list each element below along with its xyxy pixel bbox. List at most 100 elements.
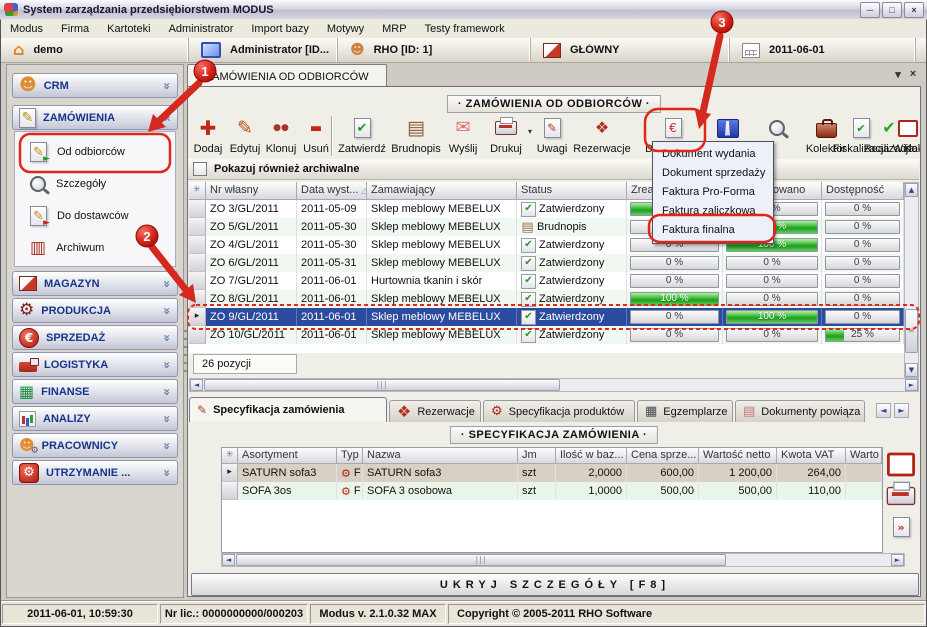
sidebar-item-od-odbiorcow[interactable]: ✎►Od odbiorców <box>21 136 176 168</box>
report-view-icon[interactable] <box>887 453 915 477</box>
scroll-left-icon[interactable]: ◄ <box>222 554 235 566</box>
menu-item-dokument-wydania[interactable]: Dokument wydania <box>653 145 773 164</box>
toolbar-button-zatwierd[interactable]: ✔Zatwierdź <box>335 114 389 158</box>
order-row-zo-10-gl-2011[interactable]: ZO 10/GL/20112011-06-01Sklep meblowy MEB… <box>189 326 904 344</box>
print-preview-icon[interactable] <box>887 487 916 505</box>
spec-row-saturn-sofa3[interactable]: ▸SATURN sofa3⚙FSATURN sofa3szt2,0000600,… <box>222 464 882 482</box>
close-button[interactable]: × <box>904 2 924 18</box>
menu-item-administrator[interactable]: Administrator <box>160 23 243 35</box>
menu-item-faktura-finalna[interactable]: Faktura finalna <box>653 221 773 240</box>
toolbar-button-brudnopis[interactable]: ▤Brudnopis <box>389 114 443 158</box>
column-header-row-selector[interactable]: ✳ <box>189 182 206 200</box>
sidebar-section-logistyka[interactable]: LOGISTYKA» <box>12 352 178 377</box>
column-header-nr-w-asny[interactable]: Nr własny <box>206 182 297 200</box>
panel-close-icon[interactable]: × <box>906 67 920 81</box>
sidebar-section-analizy[interactable]: ANALIZY» <box>12 406 178 431</box>
column-header-asortyment[interactable]: Asortyment <box>238 448 337 464</box>
order-row-zo-8-gl-2011[interactable]: ZO 8/GL/20112011-06-01Sklep meblowy MEBE… <box>189 290 904 308</box>
tabs-scroll-left-icon[interactable]: ◄ <box>876 403 891 418</box>
detail-tab-specyfikacja-zam-wienia[interactable]: ✎Specyfikacja zamówienia <box>189 397 387 422</box>
column-header-warto[interactable]: Warto <box>846 448 882 464</box>
toolbar-button-wy-lij[interactable]: ✉Wyślij <box>443 114 483 158</box>
menu-item-faktura-pro-forma[interactable]: Faktura Pro-Forma <box>653 183 773 202</box>
menu-item-motywy[interactable]: Motywy <box>318 23 373 35</box>
scroll-right-icon[interactable]: ► <box>891 554 904 566</box>
scrollbar-thumb[interactable]: ||| <box>236 554 726 566</box>
show-archived-checkbox[interactable] <box>193 162 207 176</box>
menu-item-kartoteki[interactable]: Kartoteki <box>98 23 159 35</box>
scroll-right-icon[interactable]: ► <box>905 379 918 391</box>
toolbar-button-edytuj[interactable]: ✎Edytuj <box>227 114 263 158</box>
toolbar-button-rezerwacje[interactable]: ❖Rezerwacje <box>570 114 634 158</box>
column-header-dost-pno[interactable]: Dostępność <box>822 182 904 200</box>
spec-horizontal-scrollbar[interactable]: ◄ ||| ► <box>221 553 905 567</box>
sidebar-section-pracownicy[interactable]: ☻⚙PRACOWNICY» <box>12 433 178 458</box>
spec-row-sofa-3os[interactable]: SOFA 3os⚙FSOFA 3 osobowaszt1,0000500,005… <box>222 482 882 500</box>
infobar-segment-company[interactable]: ⌂demo <box>1 38 189 62</box>
infobar-segment-warehouse[interactable]: GŁÓWNY <box>531 38 730 62</box>
scroll-down-icon[interactable]: ▼ <box>905 363 918 377</box>
order-row-zo-4-gl-2011[interactable]: ZO 4/GL/20112011-05-30Sklep meblowy MEBE… <box>189 236 904 254</box>
scroll-left-icon[interactable]: ◄ <box>190 379 203 391</box>
detail-tab-dokumenty-powi-za[interactable]: ▤Dokumenty powiąza <box>735 400 865 422</box>
maximize-button[interactable]: □ <box>882 2 902 18</box>
toolbar-button-klonuj[interactable]: ●●Klonuj <box>263 114 299 158</box>
detail-tab-egzemplarze[interactable]: ▦Egzemplarze <box>637 400 733 422</box>
order-row-zo-9-gl-2011[interactable]: ▸ZO 9/GL/20112011-06-01Sklep meblowy MEB… <box>189 308 904 326</box>
column-header-cena-sprze[interactable]: Cena sprze... <box>627 448 699 464</box>
scrollbar-thumb[interactable]: ||| <box>204 379 560 391</box>
orders-horizontal-scrollbar[interactable]: ◄ ||| ► <box>189 378 919 392</box>
column-header-nazwa[interactable]: Nazwa <box>363 448 518 464</box>
order-row-zo-3-gl-2011[interactable]: ZO 3/GL/20112011-05-09Sklep meblowy MEBE… <box>189 200 904 218</box>
toolbar-button-drukuj[interactable]: Drukuj <box>483 114 529 158</box>
menu-item-dokument-sprzeda-y[interactable]: Dokument sprzedaży <box>653 164 773 183</box>
sidebar-section-utrzymanie[interactable]: ⚙UTRZYMANIE ...» <box>12 460 178 485</box>
toolbar-button-dodaj[interactable]: ✚Dodaj <box>189 114 227 158</box>
print-dropdown-icon[interactable]: ▾ <box>528 128 532 136</box>
menu-item-mrp[interactable]: MRP <box>373 23 415 35</box>
sidebar-item-do-dostawcow[interactable]: ✎►Do dostawców <box>21 200 176 232</box>
menu-item-testy-framework[interactable]: Testy framework <box>416 23 514 35</box>
sidebar-section-crm[interactable]: ☻CRM» <box>12 73 178 98</box>
tabs-scroll-right-icon[interactable]: ► <box>894 403 909 418</box>
toolbar-button-uwagi[interactable]: ✎Uwagi <box>534 114 570 158</box>
menu-item-firma[interactable]: Firma <box>52 23 98 35</box>
infobar-segment-user[interactable]: Administrator [ID... <box>189 38 338 62</box>
column-header-row-selector[interactable]: ✳ <box>222 448 238 464</box>
panel-collapse-icon[interactable]: ▾ <box>891 67 905 81</box>
hide-details-button[interactable]: UKRYJ SZCZEGÓŁY [F8] <box>191 573 919 596</box>
toolbar-button-usu[interactable]: ▬Usuń <box>299 114 333 158</box>
order-row-zo-5-gl-2011[interactable]: ZO 5/GL/20112011-05-30Sklep meblowy MEBE… <box>189 218 904 236</box>
toolbar-button-kalendarz[interactable]: Kalendarz <box>914 114 920 158</box>
menu-item-modus[interactable]: Modus <box>1 23 52 35</box>
infobar-segment-operator[interactable]: ☻RHO [ID: 1] <box>338 38 531 62</box>
order-row-zo-6-gl-2011[interactable]: ZO 6/GL/20112011-05-31Sklep meblowy MEBE… <box>189 254 904 272</box>
menu-item-import-bazy[interactable]: Import bazy <box>242 23 317 35</box>
sidebar-section-finanse[interactable]: ▦FINANSE» <box>12 379 178 404</box>
column-header-jm[interactable]: Jm <box>518 448 556 464</box>
infobar-segment-date[interactable]: 2011-06-01 <box>730 38 916 62</box>
scroll-up-icon[interactable]: ▲ <box>905 183 918 197</box>
sidebar-section-sprzedaz[interactable]: €SPRZEDAŻ» <box>12 325 178 350</box>
detail-tab-specyfikacja-produkt-w[interactable]: ⚙Specyfikacja produktów <box>483 400 635 422</box>
column-header-ilo-w-baz[interactable]: Ilość w baz... <box>556 448 627 464</box>
sidebar-section-magazyn[interactable]: MAGAZYN» <box>12 271 178 296</box>
column-header-data-wyst[interactable]: Data wyst...△ <box>297 182 367 200</box>
column-header-zamawiaj-cy[interactable]: Zamawiający <box>367 182 517 200</box>
document-export-icon[interactable]: » <box>893 517 910 537</box>
column-header-kwota-vat[interactable]: Kwota VAT <box>777 448 846 464</box>
column-header-warto-netto[interactable]: Wartość netto <box>699 448 777 464</box>
detail-tab-rezerwacje[interactable]: ❖Rezerwacje <box>389 400 481 422</box>
sidebar-item-archiwum[interactable]: ▥Archiwum <box>21 232 176 264</box>
sidebar-item-szczegoly[interactable]: Szczegóły <box>21 168 176 200</box>
tab-zamowienia-od-odbiorcow[interactable]: ZAMÓWIENIA OD ODBIORCÓW <box>187 64 387 88</box>
column-header-typ[interactable]: Typ <box>337 448 363 464</box>
minimize-button[interactable]: ─ <box>860 2 880 18</box>
sidebar-section-produkcja[interactable]: ⚙PRODUKCJA» <box>12 298 178 323</box>
orders-vertical-scrollbar[interactable]: ▲ ≡ ▼ <box>904 182 919 378</box>
menu-item-faktura-zaliczkowa[interactable]: Faktura zaliczkowa <box>653 202 773 221</box>
order-row-zo-7-gl-2011[interactable]: ZO 7/GL/20112011-06-01Hurtownia tkanin i… <box>189 272 904 290</box>
column-header-status[interactable]: Status <box>517 182 627 200</box>
scrollbar-thumb[interactable]: ≡ <box>905 309 918 353</box>
sidebar-section-zamowienia[interactable]: ✎ZAMÓWIENIA» <box>12 105 178 130</box>
